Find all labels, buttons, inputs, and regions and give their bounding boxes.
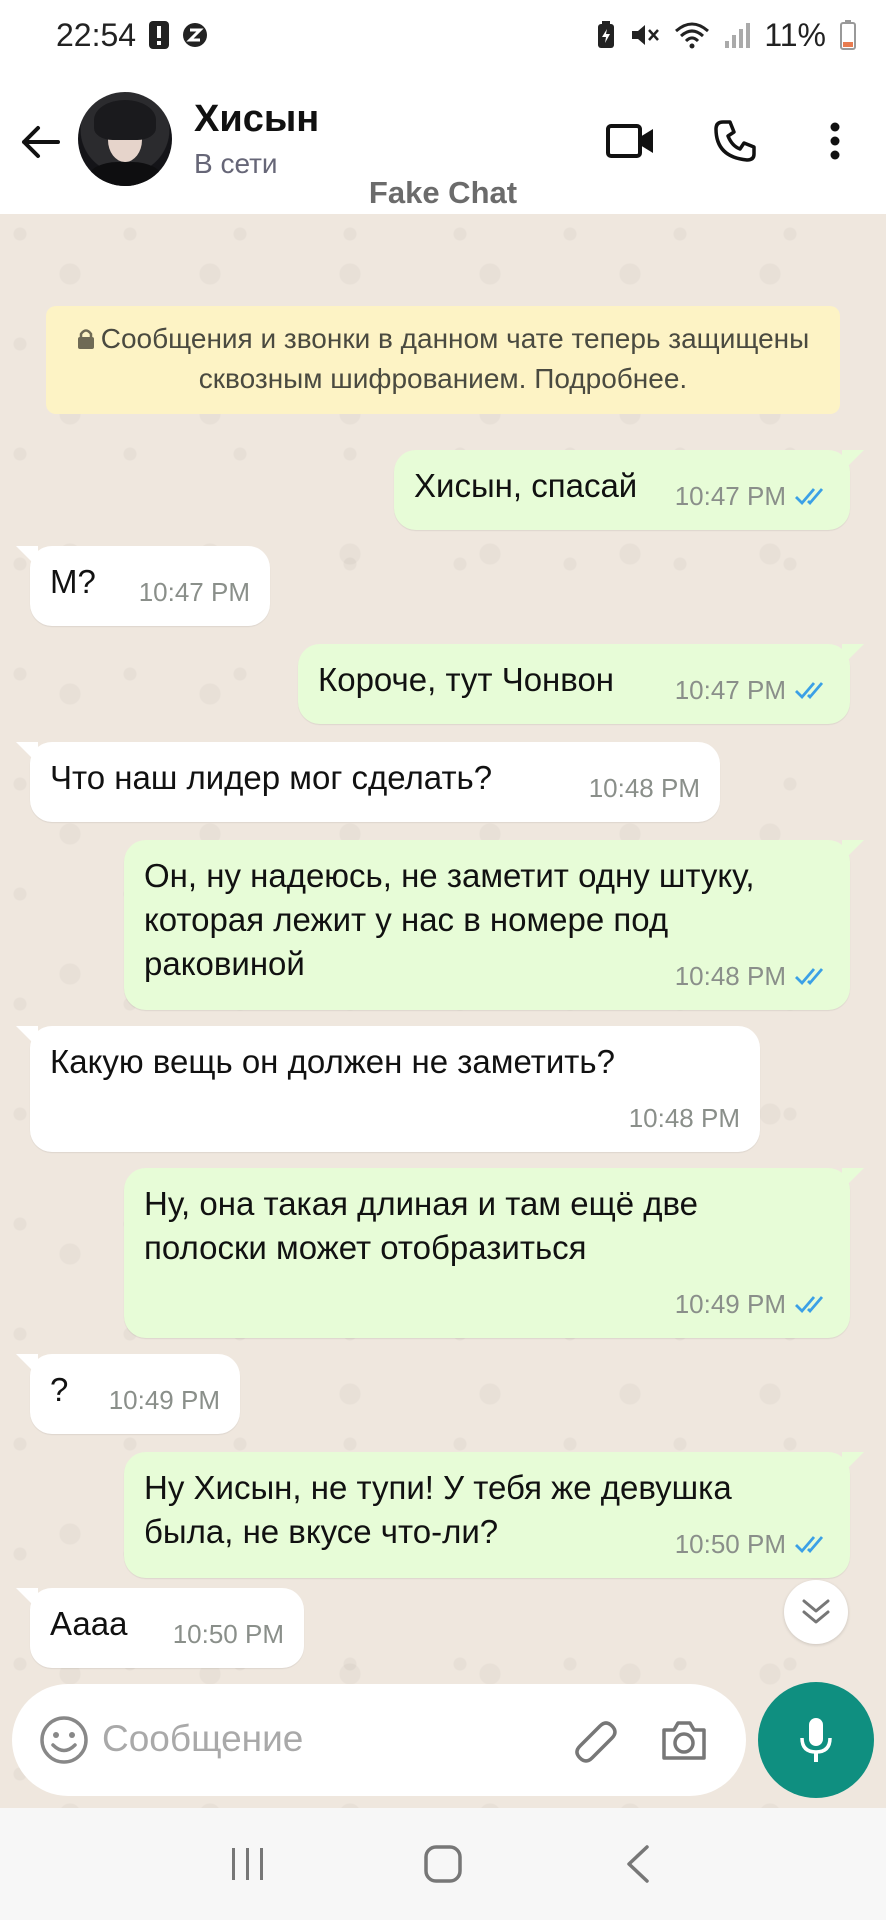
encryption-text: Сообщения и звонки в данном чате теперь … — [100, 323, 810, 394]
paperclip-icon[interactable] — [570, 1714, 622, 1766]
message-time: 10:48 PM — [588, 773, 700, 803]
camera-icon[interactable] — [658, 1714, 710, 1766]
message-meta: 10:47 PM — [675, 474, 830, 518]
encryption-notice[interactable]: Сообщения и звонки в данном чате теперь … — [46, 306, 840, 414]
double-chevron-down-icon — [802, 1599, 830, 1624]
recent-apps-icon[interactable] — [218, 1834, 278, 1894]
phone-call-icon[interactable] — [708, 114, 762, 168]
voice-message-button[interactable] — [758, 1682, 874, 1798]
message-incoming[interactable]: ? 10:49 PM — [16, 1354, 240, 1434]
status-bar: 22:54 11% — [0, 0, 886, 70]
message-meta: 10:48 PM — [589, 766, 700, 810]
message-incoming[interactable]: Аааа 10:50 PM — [16, 1588, 304, 1668]
back-nav-icon[interactable] — [608, 1834, 668, 1894]
message-input[interactable]: Сообщение — [102, 1718, 303, 1760]
message-meta: 10:47 PM — [139, 570, 250, 614]
read-ticks-icon — [794, 485, 830, 507]
contact-name[interactable]: Хисын — [194, 98, 319, 141]
status-time: 22:54 — [56, 16, 137, 53]
watermark: Fake Chat — [368, 175, 518, 210]
video-call-icon[interactable] — [604, 114, 658, 168]
message-text: Ну, она такая длиная и там ещё две полос… — [144, 1185, 699, 1266]
avatar[interactable] — [78, 92, 172, 186]
system-navigation-bar — [0, 1808, 886, 1920]
lock-icon — [77, 322, 95, 360]
signal-icon — [724, 21, 751, 49]
message-time: 10:50 PM — [674, 1529, 786, 1559]
message-incoming[interactable]: Что наш лидер мог сделать? 10:48 PM — [16, 742, 720, 822]
alert-icon — [148, 20, 170, 50]
message-time: 10:49 PM — [674, 1289, 786, 1319]
message-time: 10:47 PM — [674, 481, 786, 511]
read-ticks-icon — [794, 679, 830, 701]
battery-percent: 11% — [764, 16, 826, 53]
read-ticks-icon — [794, 1533, 830, 1555]
message-meta: 10:47 PM — [675, 668, 830, 712]
read-ticks-icon — [794, 1293, 830, 1315]
message-time: 10:48 PM — [674, 961, 786, 991]
mute-icon — [630, 21, 660, 49]
message-meta: 10:50 PM — [173, 1612, 284, 1656]
message-text: Какую вещь он должен не заметить? — [50, 1043, 615, 1080]
microphone-icon — [800, 1718, 832, 1762]
battery-icon — [840, 20, 856, 50]
message-outgoing[interactable]: Короче, тут Чонвон 10:47 PM — [298, 644, 864, 724]
message-time: 10:50 PM — [172, 1619, 284, 1649]
message-meta: 10:48 PM — [629, 1096, 740, 1140]
message-time: 10:48 PM — [628, 1103, 740, 1133]
emoji-icon[interactable] — [38, 1714, 90, 1766]
app-notification-icon — [182, 22, 208, 48]
message-incoming[interactable]: Какую вещь он должен не заметить? 10:48 … — [16, 1026, 760, 1152]
message-time: 10:49 PM — [108, 1385, 220, 1415]
message-outgoing[interactable]: Он, ну надеюсь, не заметит одну штуку, к… — [124, 840, 864, 1010]
message-meta: 10:49 PM — [675, 1282, 830, 1326]
battery-saver-icon — [596, 21, 616, 49]
home-icon[interactable] — [413, 1834, 473, 1894]
back-arrow-icon[interactable] — [18, 120, 62, 164]
message-time: 10:47 PM — [674, 675, 786, 705]
message-outgoing[interactable]: Ну Хисын, не тупи! У тебя же девушка был… — [124, 1452, 864, 1578]
read-ticks-icon — [794, 965, 830, 987]
message-outgoing[interactable]: Ну, она такая длиная и там ещё две полос… — [124, 1168, 864, 1338]
scroll-to-bottom-button[interactable] — [784, 1580, 848, 1644]
message-meta: 10:49 PM — [109, 1378, 220, 1422]
message-composer[interactable]: Сообщение — [12, 1684, 746, 1796]
wifi-icon — [674, 21, 710, 49]
message-incoming[interactable]: М? 10:47 PM — [16, 546, 270, 626]
message-meta: 10:48 PM — [675, 954, 830, 998]
message-time: 10:47 PM — [138, 577, 250, 607]
more-options-icon[interactable] — [808, 114, 862, 168]
message-outgoing[interactable]: Хисын, спасай 10:47 PM — [394, 450, 864, 530]
chat-area[interactable]: Сообщения и звонки в данном чате теперь … — [0, 214, 886, 1808]
message-meta: 10:50 PM — [675, 1522, 830, 1566]
